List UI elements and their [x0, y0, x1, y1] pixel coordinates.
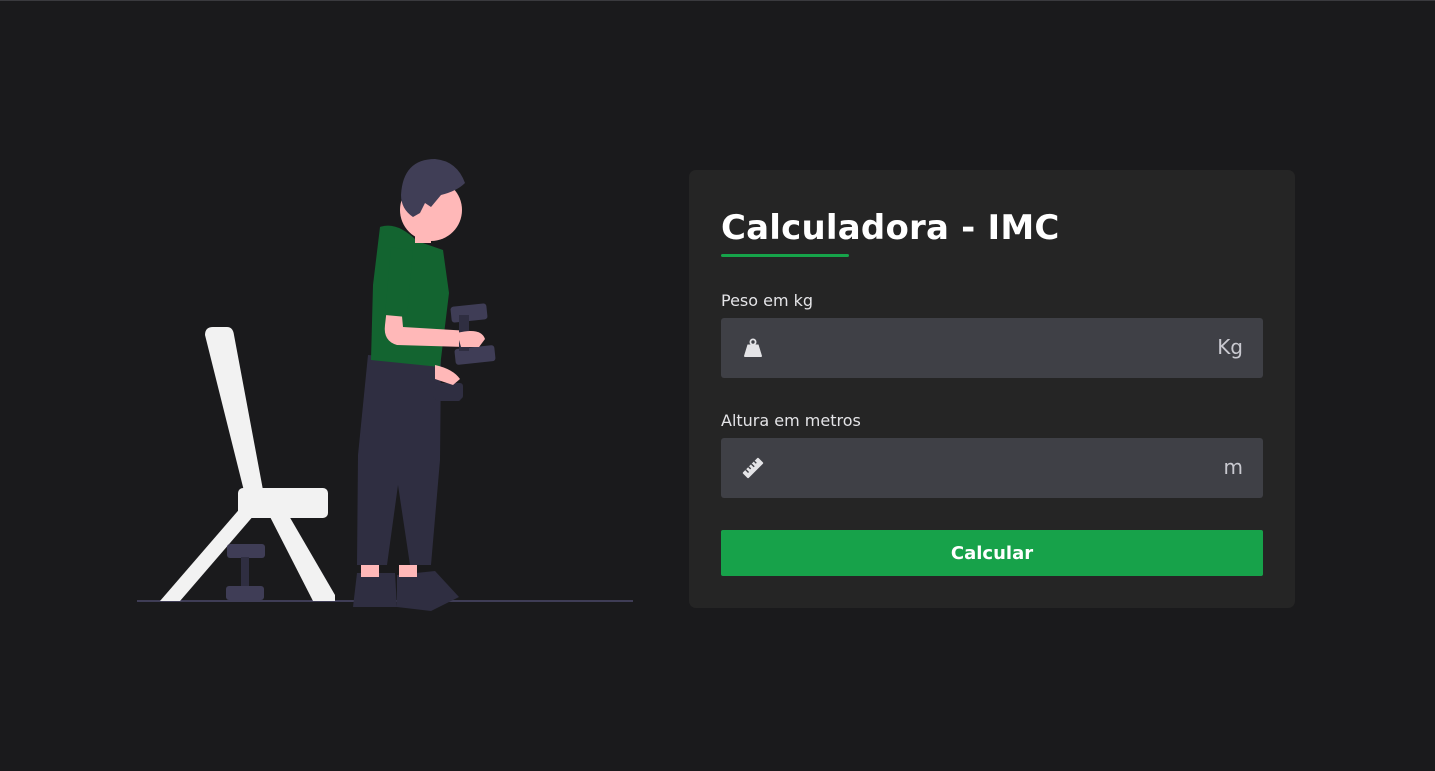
- weight-icon: [744, 338, 762, 357]
- weight-field[interactable]: Kg: [721, 318, 1263, 380]
- shoe-left: [353, 573, 397, 607]
- ruler-icon: [742, 457, 764, 479]
- page-title: Calculadora - IMC: [721, 208, 1060, 248]
- person-lifting-dumbbells-illustration: [137, 159, 633, 611]
- window-top-border: [0, 0, 1435, 1]
- floor-dumbbell: [226, 544, 265, 600]
- fitness-illustration: [135, 155, 635, 615]
- pants: [357, 355, 441, 565]
- person: [353, 159, 496, 611]
- weight-unit: Kg: [1217, 335, 1243, 359]
- height-field[interactable]: m: [721, 438, 1263, 500]
- calculate-button[interactable]: Calcular: [721, 530, 1263, 576]
- bmi-calculator-card: Calculadora - IMC Peso em kg Kg Altura e…: [689, 170, 1295, 608]
- height-unit: m: [1223, 455, 1243, 479]
- height-label: Altura em metros: [721, 411, 861, 430]
- weight-label: Peso em kg: [721, 291, 814, 310]
- weight-input[interactable]: [781, 318, 1185, 380]
- height-input[interactable]: [781, 438, 1185, 500]
- title-underline: [721, 254, 849, 257]
